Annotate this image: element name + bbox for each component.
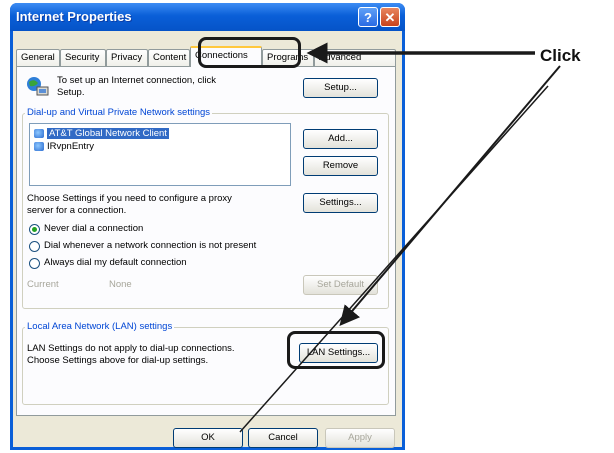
arrow-shadow-line bbox=[239, 85, 549, 433]
annotation-arrows bbox=[239, 42, 561, 433]
